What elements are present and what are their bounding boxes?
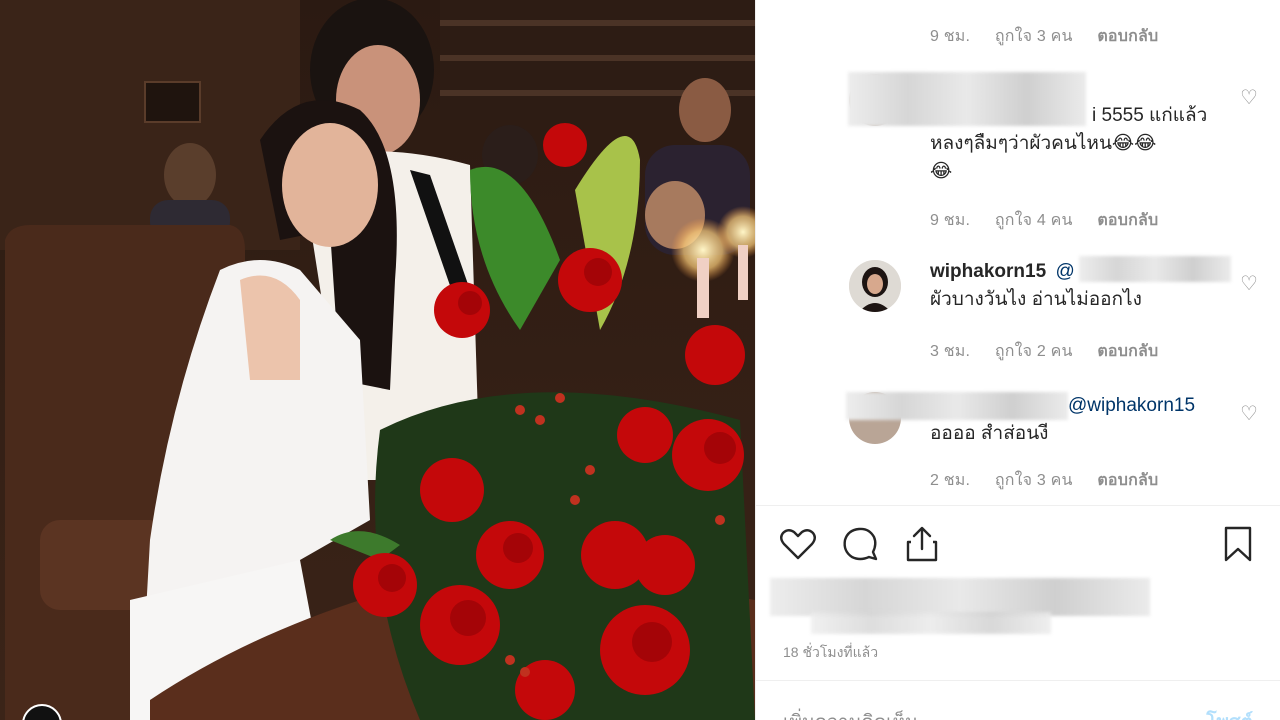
add-comment-bar: เพิ่มความคิดเห็น... โพสต์ — [756, 680, 1280, 720]
comment-line: i 5555 แก่แล้ว — [1092, 105, 1208, 126]
comment-text: @wiphakorn15 ออออ สำส่อนงี — [930, 392, 1230, 448]
comment-time: 9 ชม. — [930, 212, 971, 229]
divider — [756, 505, 1280, 506]
comment-likes[interactable]: ถูกใจ 3 คน — [995, 28, 1073, 45]
comment-line: 😂 — [930, 161, 953, 182]
comment-time: 3 ชม. — [930, 343, 971, 360]
heart-icon[interactable]: ♡ — [1240, 404, 1258, 424]
comment-meta: 9 ชม. ถูกใจ 4 คน ตอบกลับ — [930, 208, 1178, 233]
reply-button[interactable]: ตอบกลับ — [1097, 472, 1158, 489]
redacted-likes-2 — [811, 612, 1051, 634]
comment-bubble-icon[interactable] — [840, 524, 884, 568]
reply-button[interactable]: ตอบกลับ — [1097, 212, 1158, 229]
comment-likes[interactable]: ถูกใจ 3 คน — [995, 472, 1073, 489]
action-bar — [778, 524, 1268, 568]
reply-button[interactable]: ตอบกลับ — [1097, 28, 1158, 45]
comment-likes[interactable]: ถูกใจ 2 คน — [995, 343, 1073, 360]
comment-likes[interactable]: ถูกใจ 4 คน — [995, 212, 1073, 229]
reply-button[interactable]: ตอบกลับ — [1097, 343, 1158, 360]
comment-meta: 2 ชม. ถูกใจ 3 คน ตอบกลับ — [930, 468, 1178, 493]
comment-input[interactable]: เพิ่มความคิดเห็น... — [783, 707, 934, 720]
post-timestamp[interactable]: 18 ชั่วโมงที่แล้ว — [783, 642, 878, 664]
share-upload-icon[interactable] — [902, 524, 946, 568]
heart-icon[interactable] — [778, 524, 822, 568]
heart-icon[interactable]: ♡ — [1240, 88, 1258, 108]
bookmark-icon[interactable] — [1218, 524, 1262, 568]
comment-line: หลงๆลืมๆว่าผัวคนไหน😂😂 — [930, 133, 1157, 154]
comment-time: 2 ชม. — [930, 472, 971, 489]
post-photo[interactable] — [0, 0, 755, 720]
comment-mention[interactable]: @ — [1055, 261, 1074, 282]
comments-panel: 9 ชม. ถูกใจ 3 คน ตอบกลับ i 5555 แก่แล้ว … — [755, 0, 1280, 720]
redacted-mention — [1079, 256, 1231, 282]
comment-username[interactable]: wiphakorn15 — [930, 261, 1046, 282]
comment-time: 9 ชม. — [930, 28, 971, 45]
redacted-likes — [770, 578, 1150, 616]
heart-icon[interactable]: ♡ — [1240, 274, 1258, 294]
comment-meta: 3 ชม. ถูกใจ 2 คน ตอบกลับ — [930, 339, 1178, 364]
comment-text: i 5555 แก่แล้ว หลงๆลืมๆว่าผัวคนไหน😂😂 😂 — [930, 102, 1230, 186]
comment-line: ออออ สำส่อนงี — [930, 423, 1049, 444]
comment-mention[interactable]: @wiphakorn15 — [1068, 395, 1195, 416]
comment-meta: 9 ชม. ถูกใจ 3 คน ตอบกลับ — [930, 24, 1178, 49]
comment-line: ผัวบางวันไง อ่านไม่ออกไง — [930, 289, 1142, 310]
avatar[interactable] — [849, 260, 901, 312]
post-button[interactable]: โพสต์ — [1206, 707, 1253, 720]
